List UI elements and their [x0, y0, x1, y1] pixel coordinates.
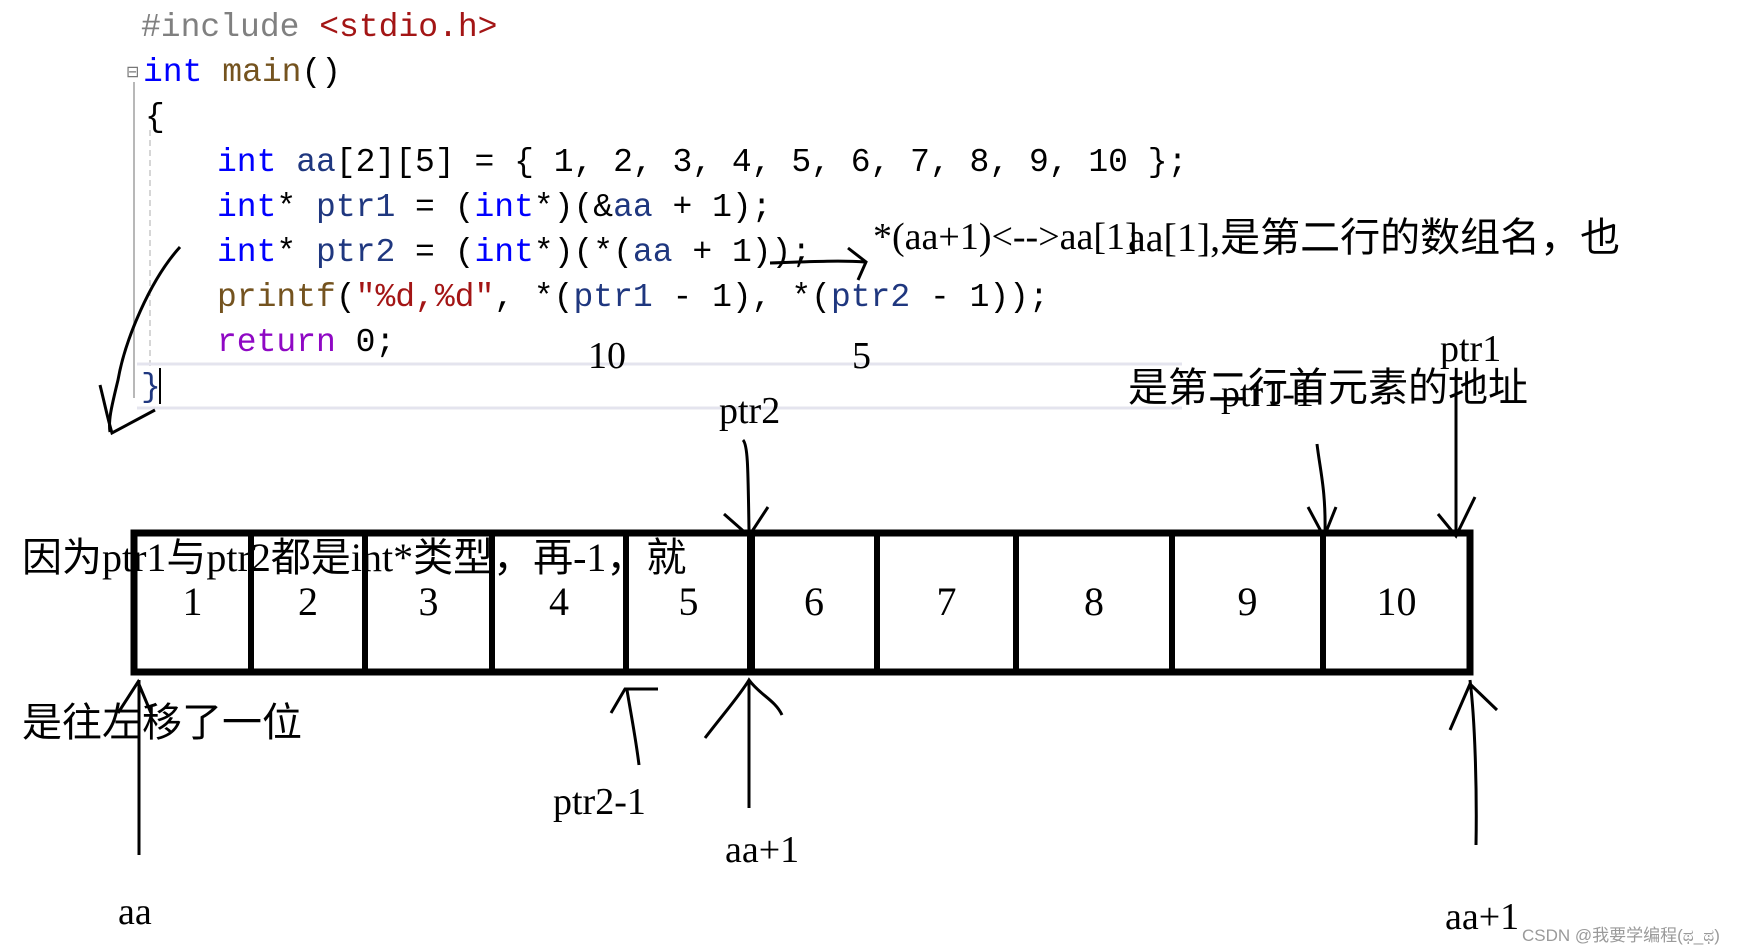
equiv-arrow-shaft [769, 259, 866, 265]
equiv-arrow-head [847, 246, 868, 281]
array-cell-value: 3 [419, 579, 439, 624]
ptr2-arrow-shaft [741, 438, 751, 531]
array-cells: 1 2 3 4 5 6 7 8 9 10 [130, 529, 1474, 676]
array-cell-value: 4 [549, 579, 569, 624]
aa-plus-1-mid-arrow-head [703, 677, 784, 739]
ptr2-minus-1-arrow-head [609, 687, 658, 714]
array-cell-value: 1 [183, 579, 203, 624]
curved-arrow-shaft [108, 245, 182, 433]
watermark: CSDN @我要学编程(ಥ_ಥ) [1522, 926, 1720, 945]
aa-plus-1-end-arrow-shaft [1468, 679, 1478, 846]
array-cell-value: 6 [804, 579, 824, 624]
array-cell-value: 2 [298, 579, 318, 624]
array-diagram: 1 2 3 4 5 6 7 8 9 10 [98, 245, 1499, 855]
ptr2-minus-1-arrow-shaft [625, 689, 641, 766]
array-cell-value: 9 [1238, 579, 1258, 624]
aa-arrow-head [116, 678, 153, 714]
array-cell-value: 5 [679, 579, 699, 624]
ptr1-minus-1-arrow-shaft [1315, 443, 1327, 536]
array-cell-value: 8 [1084, 579, 1104, 624]
array-cell-value: 10 [1377, 579, 1417, 624]
array-outline [130, 529, 1474, 676]
array-cell-value: 7 [937, 579, 957, 624]
